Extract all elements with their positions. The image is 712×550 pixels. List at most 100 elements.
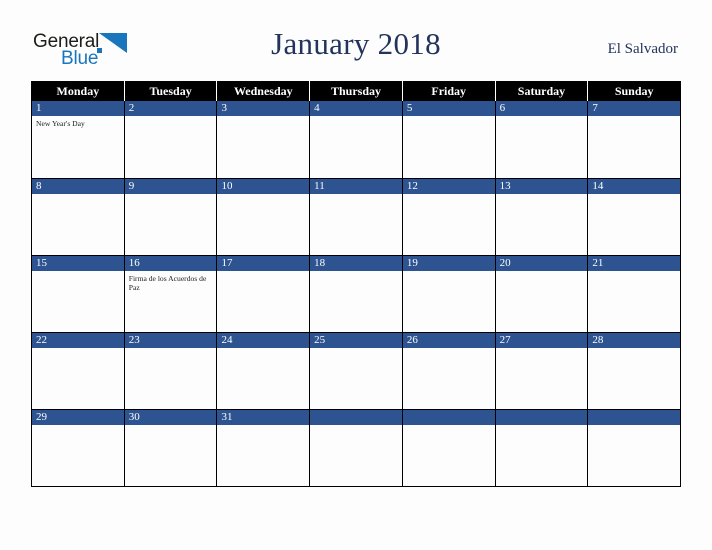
calendar-day-cell[interactable]: 23 <box>124 333 218 409</box>
day-event-label: New Year's Day <box>36 119 85 128</box>
day-number: 24 <box>217 333 310 348</box>
calendar-day-cell[interactable]: 26 <box>402 333 496 409</box>
calendar-day-cell[interactable]: 11 <box>310 179 403 255</box>
calendar-empty-cell[interactable] <box>402 410 496 486</box>
calendar-day-cell[interactable]: 2 <box>124 101 218 178</box>
day-events <box>125 425 217 428</box>
day-events <box>403 194 495 197</box>
day-number: 3 <box>217 101 310 116</box>
calendar-week-row: 22 23 24 25 26 27 28 <box>32 332 681 409</box>
day-number: 29 <box>32 410 124 425</box>
calendar-week-row: 8 9 10 11 12 13 14 <box>32 178 681 255</box>
calendar-day-cell[interactable]: 10 <box>217 179 311 255</box>
weekday-header-row: Monday Tuesday Wednesday Thursday Friday… <box>32 81 680 101</box>
day-events <box>403 271 495 274</box>
day-events <box>125 348 217 351</box>
day-events <box>496 194 588 197</box>
day-events <box>496 425 588 428</box>
weekday-header-sunday: Sunday <box>614 84 654 98</box>
day-events <box>403 116 495 119</box>
calendar-day-cell[interactable]: 17 <box>217 256 311 332</box>
day-events <box>588 194 680 197</box>
calendar-day-cell[interactable]: 30 <box>124 410 218 486</box>
calendar-day-cell[interactable]: 24 <box>217 333 311 409</box>
weekday-header-monday: Monday <box>32 81 125 101</box>
calendar-day-cell[interactable]: 27 <box>495 333 589 409</box>
page-title: January 2018 <box>271 26 441 61</box>
calendar-day-cell[interactable]: 25 <box>310 333 403 409</box>
day-number: 4 <box>310 101 402 116</box>
calendar-day-cell[interactable]: 6 <box>495 101 589 178</box>
calendar-empty-cell[interactable] <box>495 410 589 486</box>
calendar-day-cell[interactable]: 1 New Year's Day <box>32 101 125 178</box>
day-events <box>588 116 680 119</box>
day-number: 26 <box>402 333 495 348</box>
calendar-day-cell[interactable]: 12 <box>402 179 496 255</box>
calendar-day-cell[interactable]: 13 <box>495 179 589 255</box>
day-number <box>310 410 402 425</box>
calendar-day-cell[interactable]: 21 <box>588 256 681 332</box>
day-events <box>310 425 402 428</box>
day-number: 8 <box>32 179 124 194</box>
day-number: 2 <box>124 101 217 116</box>
calendar-day-cell[interactable]: 3 <box>217 101 311 178</box>
weekday-header-thursday: Thursday <box>310 81 403 101</box>
day-events: New Year's Day <box>32 116 124 128</box>
calendar-day-cell[interactable]: 14 <box>588 179 681 255</box>
weekday-header-tuesday: Tuesday <box>125 81 218 101</box>
calendar-day-cell[interactable]: 31 <box>217 410 311 486</box>
weekday-header-friday: Friday <box>403 81 496 101</box>
day-events <box>217 116 309 119</box>
day-number <box>495 410 588 425</box>
day-number: 25 <box>310 333 402 348</box>
page-header: General Blue January 2018 El Salvador <box>0 0 712 80</box>
day-number: 10 <box>217 179 310 194</box>
calendar-day-cell[interactable]: 15 <box>32 256 125 332</box>
calendar-day-cell[interactable]: 16 Firma de los Acuerdos de Paz <box>124 256 218 332</box>
day-events <box>217 348 309 351</box>
calendar-empty-cell[interactable] <box>588 410 681 486</box>
day-number <box>588 410 681 425</box>
calendar-day-cell[interactable]: 29 <box>32 410 125 486</box>
calendar-grid: Monday Tuesday Wednesday Thursday Friday… <box>31 81 681 487</box>
day-events <box>496 271 588 274</box>
day-events <box>496 348 588 351</box>
calendar-day-cell[interactable]: 22 <box>32 333 125 409</box>
day-number: 18 <box>310 256 402 271</box>
day-number: 31 <box>217 410 310 425</box>
calendar-day-cell[interactable]: 19 <box>402 256 496 332</box>
day-events <box>588 348 680 351</box>
day-number: 30 <box>124 410 217 425</box>
day-events <box>32 425 124 428</box>
day-events <box>403 425 495 428</box>
day-events <box>32 271 124 274</box>
day-number: 5 <box>402 101 495 116</box>
day-events <box>32 194 124 197</box>
calendar-day-cell[interactable]: 9 <box>124 179 218 255</box>
calendar-day-cell[interactable]: 5 <box>402 101 496 178</box>
weekday-header-saturday: Saturday <box>496 81 589 101</box>
calendar-day-cell[interactable]: 28 <box>588 333 681 409</box>
day-events <box>588 271 680 274</box>
day-event-label: Firma de los Acuerdos de Paz <box>128 274 207 293</box>
calendar-day-cell[interactable]: 18 <box>310 256 403 332</box>
day-number: 12 <box>402 179 495 194</box>
calendar-empty-cell[interactable] <box>310 410 403 486</box>
day-number: 7 <box>588 101 681 116</box>
day-events <box>125 194 217 197</box>
day-number: 16 <box>124 256 217 271</box>
day-events <box>217 425 309 428</box>
day-events <box>310 348 402 351</box>
calendar-day-cell[interactable]: 7 <box>588 101 681 178</box>
calendar-day-cell[interactable]: 20 <box>495 256 589 332</box>
calendar-day-cell[interactable]: 4 <box>310 101 403 178</box>
day-events <box>217 194 309 197</box>
calendar-day-cell[interactable]: 8 <box>32 179 125 255</box>
calendar-page: General Blue January 2018 El Salvador Mo… <box>0 0 712 550</box>
day-number: 21 <box>588 256 681 271</box>
day-events <box>32 348 124 351</box>
day-events <box>217 271 309 274</box>
day-events <box>403 348 495 351</box>
day-events <box>310 116 402 119</box>
day-number: 9 <box>124 179 217 194</box>
